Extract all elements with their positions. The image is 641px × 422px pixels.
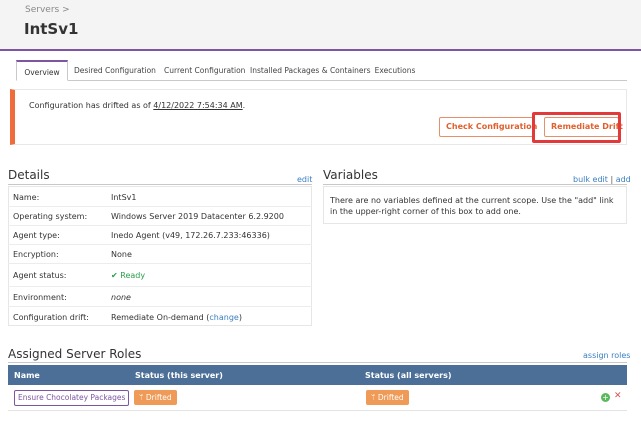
page-title: IntSv1 [24, 20, 79, 38]
x-icon[interactable]: ✕ [614, 391, 622, 401]
highlight-box [532, 112, 621, 143]
variables-divider [323, 184, 627, 185]
detail-value: Windows Server 2019 Datacenter 6.2.9200 [111, 212, 284, 221]
detail-label: Name: [13, 193, 40, 202]
detail-row-agent-type: Agent type: Inedo Agent (v49, 172.26.7.2… [8, 226, 312, 245]
branch-icon: ᛘ [139, 393, 144, 402]
variables-links: bulk edit | add [573, 175, 631, 184]
detail-label: Agent type: [13, 231, 60, 240]
detail-row-drift: Configuration drift: Remediate On-demand… [8, 308, 312, 327]
details-divider [8, 184, 312, 185]
details-edit-link[interactable]: edit [297, 175, 312, 184]
variables-panel: There are no variables defined at the cu… [323, 186, 627, 224]
breadcrumb[interactable]: Servers > [25, 5, 70, 15]
plus-circle-icon[interactable]: + [601, 393, 610, 402]
tab-bar: Overview Desired Configuration Current C… [16, 60, 627, 81]
roles-table-header: Name Status (this server) Status (all se… [8, 365, 627, 385]
table-row: Ensure Chocolatey Packages ᛘ Drifted ᛘ D… [8, 385, 627, 411]
detail-row-name: Name: IntSv1 [8, 188, 312, 207]
bulk-edit-link[interactable]: bulk edit [573, 175, 608, 184]
agent-status-value: ✔ Ready [111, 271, 146, 280]
detail-value: None [111, 250, 132, 259]
variables-empty-text: There are no variables defined at the cu… [330, 196, 614, 216]
column-header-status-this[interactable]: Status (this server) [135, 371, 223, 380]
variables-title: Variables [323, 168, 378, 182]
check-configuration-button[interactable]: Check Configuration [439, 117, 537, 137]
status-badge[interactable]: ᛘ Drifted [134, 390, 177, 405]
assign-roles-link[interactable]: assign roles [583, 351, 630, 360]
add-variable-link[interactable]: add [616, 175, 631, 184]
column-header-name[interactable]: Name [14, 371, 40, 380]
change-link[interactable]: change [209, 313, 238, 322]
tab-overview[interactable]: Overview [16, 60, 68, 81]
check-icon: ✔ [111, 271, 118, 280]
details-title: Details [8, 168, 50, 182]
branch-icon: ᛘ [371, 393, 376, 402]
detail-value: none [111, 293, 131, 302]
roles-divider [8, 362, 627, 363]
detail-value: Remediate On-demand (change) [111, 313, 242, 322]
tab-installed-packages[interactable]: Installed Packages & Containers [250, 60, 371, 81]
detail-row-os: Operating system: Windows Server 2019 Da… [8, 207, 312, 226]
tab-executions[interactable]: Executions [374, 60, 416, 81]
roles-title: Assigned Server Roles [8, 347, 142, 361]
drift-alert-text: Configuration has drifted as of 4/12/202… [29, 101, 246, 110]
status-badge[interactable]: ᛘ Drifted [366, 390, 409, 405]
detail-label: Agent status: [13, 271, 67, 280]
drift-date: 4/12/2022 7:54:34 AM [153, 101, 243, 110]
detail-row-encryption: Encryption: None [8, 245, 312, 264]
detail-label: Environment: [13, 293, 67, 302]
tab-desired-configuration[interactable]: Desired Configuration [74, 60, 156, 81]
page-header: Servers > IntSv1 [0, 0, 641, 51]
detail-label: Operating system: [13, 212, 88, 221]
detail-value: IntSv1 [111, 193, 137, 202]
role-name-button[interactable]: Ensure Chocolatey Packages [14, 390, 130, 406]
detail-label: Configuration drift: [13, 313, 89, 322]
detail-row-agent-status: Agent status: ✔ Ready [8, 266, 312, 287]
detail-label: Encryption: [13, 250, 59, 259]
detail-value: Inedo Agent (v49, 172.26.7.233:46336) [111, 231, 270, 240]
tab-current-configuration[interactable]: Current Configuration [164, 60, 245, 81]
detail-row-environment: Environment: none [8, 288, 312, 307]
column-header-status-all[interactable]: Status (all servers) [365, 371, 452, 380]
